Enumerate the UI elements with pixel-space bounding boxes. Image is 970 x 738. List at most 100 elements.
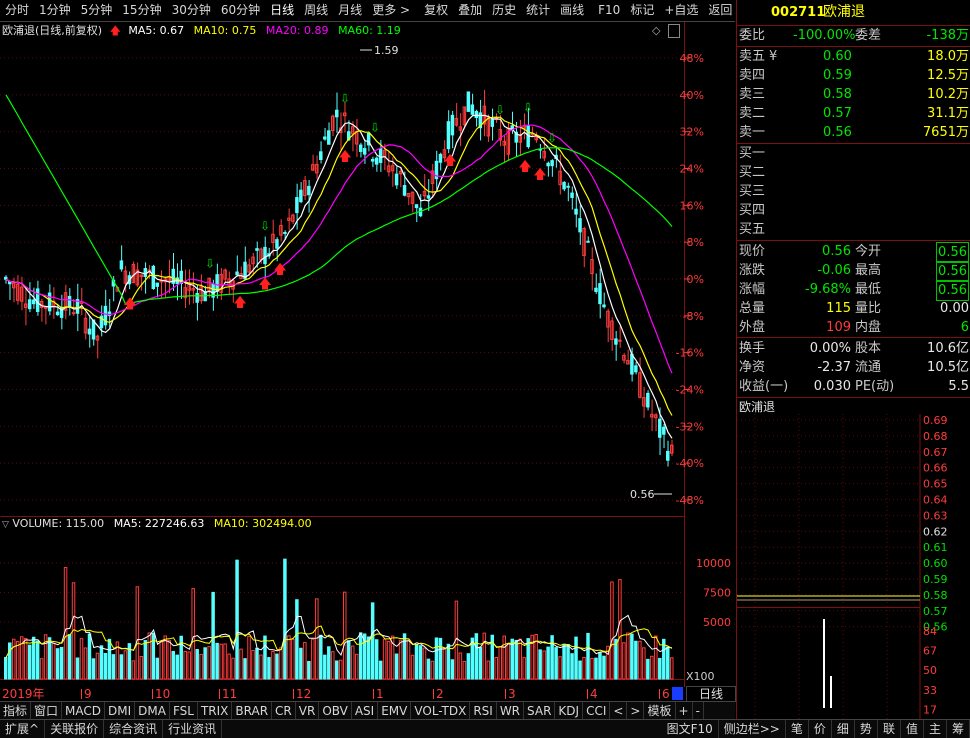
vol-dropdown-icon[interactable]: ▽: [2, 520, 9, 530]
toolbar-item[interactable]: 复权: [419, 0, 453, 21]
toolbar-item[interactable]: 日线: [265, 0, 299, 21]
volume-bar: [131, 660, 136, 680]
price-axis-label: 40%: [680, 89, 704, 102]
volume-value: VOLUME: 115.00: [12, 517, 105, 530]
ext-tab[interactable]: 关联报价: [45, 720, 105, 738]
window-icon[interactable]: [668, 24, 680, 38]
indicator-tab[interactable]: BRAR: [232, 702, 273, 720]
ext-tab[interactable]: 主: [924, 720, 947, 738]
toolbar-item[interactable]: 周线: [299, 0, 333, 21]
indicator-tab[interactable]: CCI: [583, 702, 611, 720]
toolbar-item[interactable]: 历史: [487, 0, 521, 21]
diamond-icon[interactable]: ◇: [652, 24, 660, 37]
volume-bar: [163, 635, 168, 680]
ext-tab[interactable]: 势: [855, 720, 878, 738]
toolbar-item[interactable]: 1分钟: [34, 0, 76, 21]
scroll-handle[interactable]: [672, 687, 683, 700]
indicator-tab[interactable]: MACD: [62, 702, 106, 720]
indicator-tab[interactable]: <: [610, 702, 628, 720]
toolbar-item[interactable]: 30分钟: [167, 0, 216, 21]
stat-value: -0.06: [817, 263, 851, 278]
price-axis-label: 32%: [680, 126, 704, 139]
volume-bar: [566, 644, 570, 680]
indicator-tab[interactable]: 模板: [644, 702, 676, 720]
toolbar-item[interactable]: +自选: [659, 0, 703, 21]
ma10-label: MA10: 0.75: [193, 24, 257, 37]
indicator-tab[interactable]: 指标: [0, 702, 32, 720]
volume-bar: [562, 643, 566, 680]
candle-body: [235, 271, 239, 276]
indicator-tab[interactable]: VOL-TDX: [411, 702, 471, 720]
bid-row: 买五: [737, 220, 970, 239]
kline-chart[interactable]: 48% 40% 32% 24% 16% 8% 0% -8% -16% -24% -32% -40% -4…: [0, 22, 735, 687]
toolbar-item[interactable]: 15分钟: [117, 0, 166, 21]
fund-label: PE(动): [855, 379, 895, 394]
ext-tab[interactable]: 值: [901, 720, 924, 738]
sell-signal-icon: ⇩: [370, 120, 380, 134]
ext-tab[interactable]: 行业资讯: [163, 720, 223, 738]
toolbar-item[interactable]: 5分钟: [76, 0, 118, 21]
bid-label: 买二: [739, 165, 766, 180]
ext-tab[interactable]: 价: [809, 720, 832, 738]
toolbar-item[interactable]: 叠加: [453, 0, 487, 21]
volume-bar: [99, 645, 104, 680]
indicator-tab[interactable]: +: [676, 702, 693, 720]
indicator-tab[interactable]: -: [693, 702, 704, 720]
candle-body: [31, 299, 36, 305]
indicator-tab[interactable]: KDJ: [555, 702, 584, 720]
sell-signal-icon: ⇩: [547, 131, 557, 145]
indicator-tab[interactable]: TRIX: [198, 702, 233, 720]
stat-value: 109: [826, 320, 851, 335]
toolbar-item[interactable]: 分时: [0, 0, 34, 21]
indicator-tab[interactable]: VR: [296, 702, 320, 720]
intraday-mini-chart[interactable]: 0.69 0.68 0.67 0.66 0.65 0.64 0.63 0.62 0.61 0.60…: [737, 414, 970, 720]
indicator-tab[interactable]: OBV: [319, 702, 352, 720]
ext-tab[interactable]: 联: [878, 720, 901, 738]
toolbar-item[interactable]: 标记: [625, 0, 659, 21]
stock-code: 002711: [771, 5, 826, 20]
fund-label: 净资: [739, 360, 766, 375]
stat-label: 量比: [855, 301, 882, 316]
ext-tab[interactable]: 笔: [786, 720, 809, 738]
volume-bar: [315, 598, 319, 680]
toolbar-item[interactable]: 画线: [555, 0, 589, 21]
indicator-tab[interactable]: WR: [497, 702, 525, 720]
ext-tab[interactable]: 筹: [947, 720, 970, 738]
volume-bar: [23, 637, 28, 680]
ext-tab[interactable]: 细: [832, 720, 855, 738]
candle-body: [662, 426, 666, 435]
volume-bar: [311, 638, 315, 680]
volume-bar: [255, 647, 259, 680]
toolbar-item[interactable]: 返回: [703, 0, 737, 21]
indicator-tab[interactable]: EMV: [378, 702, 412, 720]
ext-tab[interactable]: 综合资讯: [104, 720, 164, 738]
indicator-tab[interactable]: CR: [272, 702, 296, 720]
toolbar-item[interactable]: 60分钟: [216, 0, 265, 21]
high-marker-label: 1.59: [374, 44, 399, 57]
ext-tab[interactable]: 图文F10: [662, 720, 719, 738]
toolbar-item[interactable]: 统计: [521, 0, 555, 21]
indicator-tab[interactable]: 窗口: [31, 702, 63, 720]
fund-value: 5.5: [948, 379, 969, 394]
indicator-tab[interactable]: FSL: [170, 702, 198, 720]
toolbar-item[interactable]: F10: [593, 0, 625, 21]
period-side-button[interactable]: 日线: [686, 686, 736, 702]
date-tick-line: [293, 689, 294, 699]
candle-body: [666, 450, 670, 461]
indicator-tab[interactable]: DMI: [105, 702, 136, 720]
indicator-tab[interactable]: RSI: [470, 702, 497, 720]
toolbar-item[interactable]: 月线: [333, 0, 367, 21]
ask-price: 0.57: [823, 106, 852, 121]
volume-bar: [510, 638, 514, 680]
ext-tab[interactable]: 扩展^: [0, 720, 46, 738]
indicator-tab[interactable]: ASI: [352, 702, 379, 720]
volume-bar: [462, 660, 467, 680]
indicator-tab[interactable]: DMA: [135, 702, 170, 720]
volume-bar: [366, 636, 371, 680]
indicator-tab[interactable]: SAR: [524, 702, 556, 720]
date-tick: 10: [155, 687, 171, 701]
ext-tab[interactable]: 侧边栏>>: [719, 720, 786, 738]
toolbar-item[interactable]: 更多 >: [367, 0, 415, 21]
volume-axis-label: 5000: [703, 616, 731, 629]
indicator-tab[interactable]: >: [627, 702, 645, 720]
